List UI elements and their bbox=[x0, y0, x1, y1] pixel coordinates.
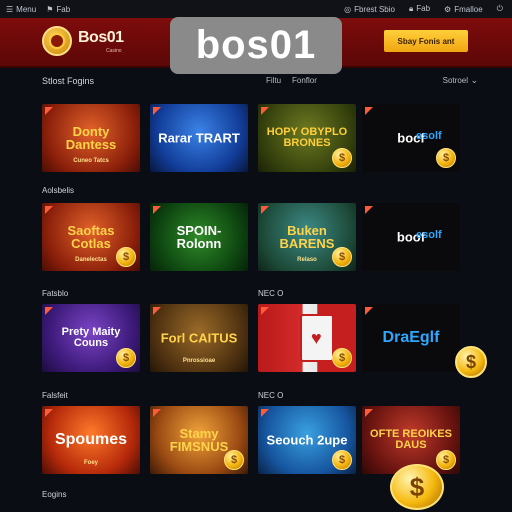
game-title: Stamy FIMSNUS bbox=[169, 426, 229, 454]
game-title: Saoftas Cotlas bbox=[67, 223, 115, 251]
ribbon-icon bbox=[365, 409, 373, 417]
brand-overlay: bos01 bbox=[170, 17, 342, 74]
settings-item[interactable]: ⚙ Fmalloe bbox=[444, 5, 483, 14]
game-title: Donty Dantess bbox=[65, 124, 117, 152]
logo-badge[interactable] bbox=[42, 26, 72, 56]
row-label: Falsfeit bbox=[42, 391, 68, 400]
search-item[interactable]: ◎ Fbrest Sbio bbox=[344, 5, 395, 14]
fab-item[interactable]: ⚑ Fab bbox=[46, 5, 70, 14]
site-logo-subtitle: Casino bbox=[106, 48, 122, 54]
game-title: Seouch 2upe bbox=[266, 432, 348, 448]
row-label: Fatsblo bbox=[42, 289, 69, 298]
ribbon-icon bbox=[365, 107, 373, 115]
ribbon-icon bbox=[261, 307, 269, 315]
ribbon-icon bbox=[45, 107, 53, 115]
game-tile[interactable]: Forl CAITUS Pnrossioae bbox=[150, 304, 248, 372]
coin-icon: $ bbox=[116, 348, 136, 368]
power-icon: ⏻ bbox=[496, 4, 503, 13]
ribbon-icon bbox=[365, 206, 373, 214]
game-title: DraEglf bbox=[382, 329, 440, 346]
filter-icon: ⚑ bbox=[46, 4, 54, 14]
row-label-right: NEC O bbox=[258, 289, 284, 298]
game-title: Rarar TRART bbox=[158, 130, 240, 146]
game-title: Forl CAITUS bbox=[160, 330, 238, 346]
game-subtitle: Foey bbox=[83, 460, 98, 466]
game-title: Prety Maity Couns bbox=[61, 326, 121, 349]
menu-item[interactable]: ☰ Menu bbox=[6, 5, 36, 14]
ribbon-icon bbox=[153, 409, 161, 417]
logo-badge-inner bbox=[49, 33, 65, 49]
game-tile[interactable]: Saoftas Cotlas Danelectas $ bbox=[42, 203, 140, 271]
filter-b[interactable]: Fonflor bbox=[292, 76, 317, 85]
system-bar: ☰ Menu ⚑ Fab ◎ Fbrest Sbio 🔒︎ Fab ⚙ Fmalloe ⏻ bbox=[0, 0, 512, 18]
section-title: Stlost Fogins bbox=[42, 76, 95, 86]
coin-icon: $ bbox=[436, 450, 456, 470]
ribbon-icon bbox=[261, 409, 269, 417]
coin-icon: $ bbox=[332, 450, 352, 470]
coin-icon: $ bbox=[224, 450, 244, 470]
game-title: bocf bbox=[397, 130, 425, 146]
search-icon: ◎ bbox=[344, 4, 352, 14]
game-tile[interactable]: boof esolf bbox=[362, 203, 460, 271]
heart-icon: ♥ bbox=[311, 328, 322, 348]
game-title: HOPY OBYPLO BRONES bbox=[266, 126, 348, 149]
game-title: OFTE REOIKES DAUS bbox=[370, 428, 452, 451]
game-tile[interactable]: Rarar TRART bbox=[150, 104, 248, 172]
game-tile[interactable]: bocf esolf $ bbox=[362, 104, 460, 172]
game-tile[interactable]: Donty Dantess Cuneo Tatcs bbox=[42, 104, 140, 172]
filter-a[interactable]: Filtu bbox=[266, 76, 281, 85]
coin-icon: $ bbox=[390, 464, 444, 510]
ribbon-icon bbox=[153, 307, 161, 315]
ribbon-icon bbox=[153, 107, 161, 115]
ribbon-icon bbox=[261, 206, 269, 214]
brand-logo-suffix: esolf bbox=[416, 130, 442, 142]
lock-item[interactable]: 🔒︎ Fab bbox=[409, 4, 430, 14]
playing-card-icon: ♥ bbox=[300, 314, 334, 362]
power-item[interactable]: ⏻ bbox=[497, 4, 506, 14]
game-tile[interactable]: ♥ $ bbox=[258, 304, 356, 372]
coin-icon: $ bbox=[436, 148, 456, 168]
game-tile[interactable]: Prety Maity Couns $ bbox=[42, 304, 140, 372]
coin-icon: $ bbox=[332, 247, 352, 267]
ribbon-icon bbox=[261, 107, 269, 115]
menu-icon: ☰ bbox=[6, 4, 14, 14]
ribbon-icon bbox=[45, 409, 53, 417]
game-subtitle: Pnrossioae bbox=[182, 358, 216, 364]
site-logo-text[interactable]: Bos01 bbox=[78, 29, 124, 47]
game-tile[interactable]: SPOIN- Rolonn bbox=[150, 203, 248, 271]
coin-icon: $ bbox=[332, 148, 352, 168]
game-tile[interactable]: Seouch 2upe $ bbox=[258, 406, 356, 474]
game-tile[interactable]: HOPY OBYPLO BRONES $ bbox=[258, 104, 356, 172]
row-label-right: NEC O bbox=[258, 391, 284, 400]
ribbon-icon bbox=[153, 206, 161, 214]
ribbon-icon bbox=[45, 206, 53, 214]
ribbon-icon bbox=[45, 307, 53, 315]
lock-icon: 🔒︎ bbox=[408, 4, 414, 13]
ribbon-icon bbox=[365, 307, 373, 315]
footer-label: Eogins bbox=[42, 490, 67, 499]
brand-logo-suffix: esolf bbox=[416, 229, 442, 241]
row-label: Aolsbelis bbox=[42, 186, 75, 195]
coin-icon: $ bbox=[332, 348, 352, 368]
game-tile[interactable]: Stamy FIMSNUS $ bbox=[150, 406, 248, 474]
gear-icon: ⚙ bbox=[444, 4, 452, 14]
game-title: boof bbox=[396, 229, 426, 245]
cta-button[interactable]: Sbay Fonis ant bbox=[384, 30, 468, 52]
game-title: Buken BARENS bbox=[279, 223, 335, 251]
chevron-down-icon[interactable]: ⌄ bbox=[470, 75, 478, 86]
game-title: Spoumes bbox=[54, 431, 127, 448]
coin-icon: $ bbox=[455, 346, 487, 378]
coin-icon: $ bbox=[116, 247, 136, 267]
game-tile[interactable]: Spoumes Foey bbox=[42, 406, 140, 474]
game-title: SPOIN- Rolonn bbox=[176, 223, 222, 251]
game-subtitle: Cuneo Tatcs bbox=[73, 158, 109, 164]
game-tile[interactable]: Buken BARENS Relaso $ bbox=[258, 203, 356, 271]
game-tile[interactable]: DraEglf bbox=[362, 304, 460, 372]
sort-label[interactable]: Sotroel bbox=[443, 76, 468, 85]
